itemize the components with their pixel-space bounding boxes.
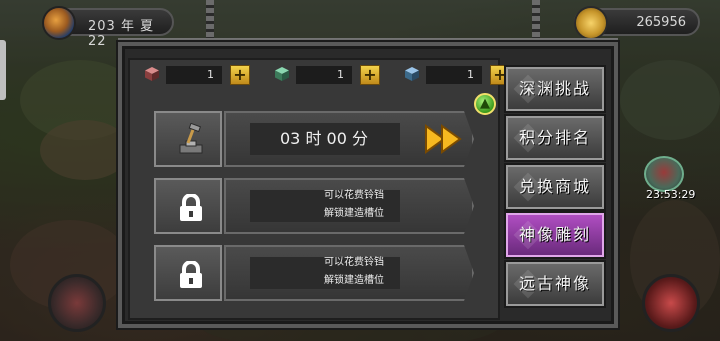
menu-points-ranking[interactable]: 积分排名 [504,114,606,162]
boss-portrait-icon[interactable] [644,156,684,192]
menu-exchange-shop[interactable]: 兑换商城 [504,163,606,211]
blue-cube-icon [405,67,419,81]
menu-abyss-challenge[interactable]: 深渊挑战 [504,65,606,113]
build-slot-locked[interactable]: 可以花费铃铛 解锁建造槽位 [154,245,474,301]
resource-blue: 1 + [404,65,514,85]
chain-decoration [206,0,214,42]
season-emblem-icon[interactable] [42,6,76,40]
unlock-hint-line1: 可以花费铃铛 [324,257,384,268]
chain-decoration [532,0,540,42]
battle-button[interactable] [642,274,700,332]
build-slot-locked[interactable]: 可以花费铃铛 解锁建造槽位 [154,178,474,234]
green-cube-icon [275,67,289,81]
character-button[interactable] [48,274,106,332]
unlock-hint-line2: 解锁建造槽位 [324,275,384,286]
lock-icon [180,194,202,221]
slot-icon-box [154,245,222,301]
add-resource-button[interactable]: + [230,65,250,85]
carving-hammer-icon [179,123,203,154]
build-time-remaining: 03 时 00 分 [280,129,368,148]
lock-icon [180,261,202,288]
gold-coin-icon [574,6,608,40]
menu-statue-carving[interactable]: 神像雕刻 [504,211,606,259]
fast-forward-button[interactable] [424,124,464,154]
slot-icon-box [154,111,222,167]
gold-amount: 265956 [636,15,686,30]
slot-icon-box [154,178,222,234]
date-display: 203 年 夏 22 [42,6,174,49]
upgrade-arrow-icon[interactable]: ▲ [474,93,496,115]
unlock-hint-line1: 可以花费铃铛 [324,190,384,201]
resource-count: 1 [166,66,222,84]
menu-ancient-statue[interactable]: 远古神像 [504,260,606,308]
resource-red: 1 + [144,65,254,85]
resource-count: 1 [426,66,482,84]
gold-display[interactable]: 265956 [574,6,700,40]
unlock-hint-line2: 解锁建造槽位 [324,208,384,219]
event-timer: 23:53:29 [646,188,696,201]
resource-green: 1 + [274,65,384,85]
red-cube-icon [145,67,159,81]
resource-count: 1 [296,66,352,84]
add-resource-button[interactable]: + [360,65,380,85]
edge-drawer-handle[interactable] [0,40,6,100]
